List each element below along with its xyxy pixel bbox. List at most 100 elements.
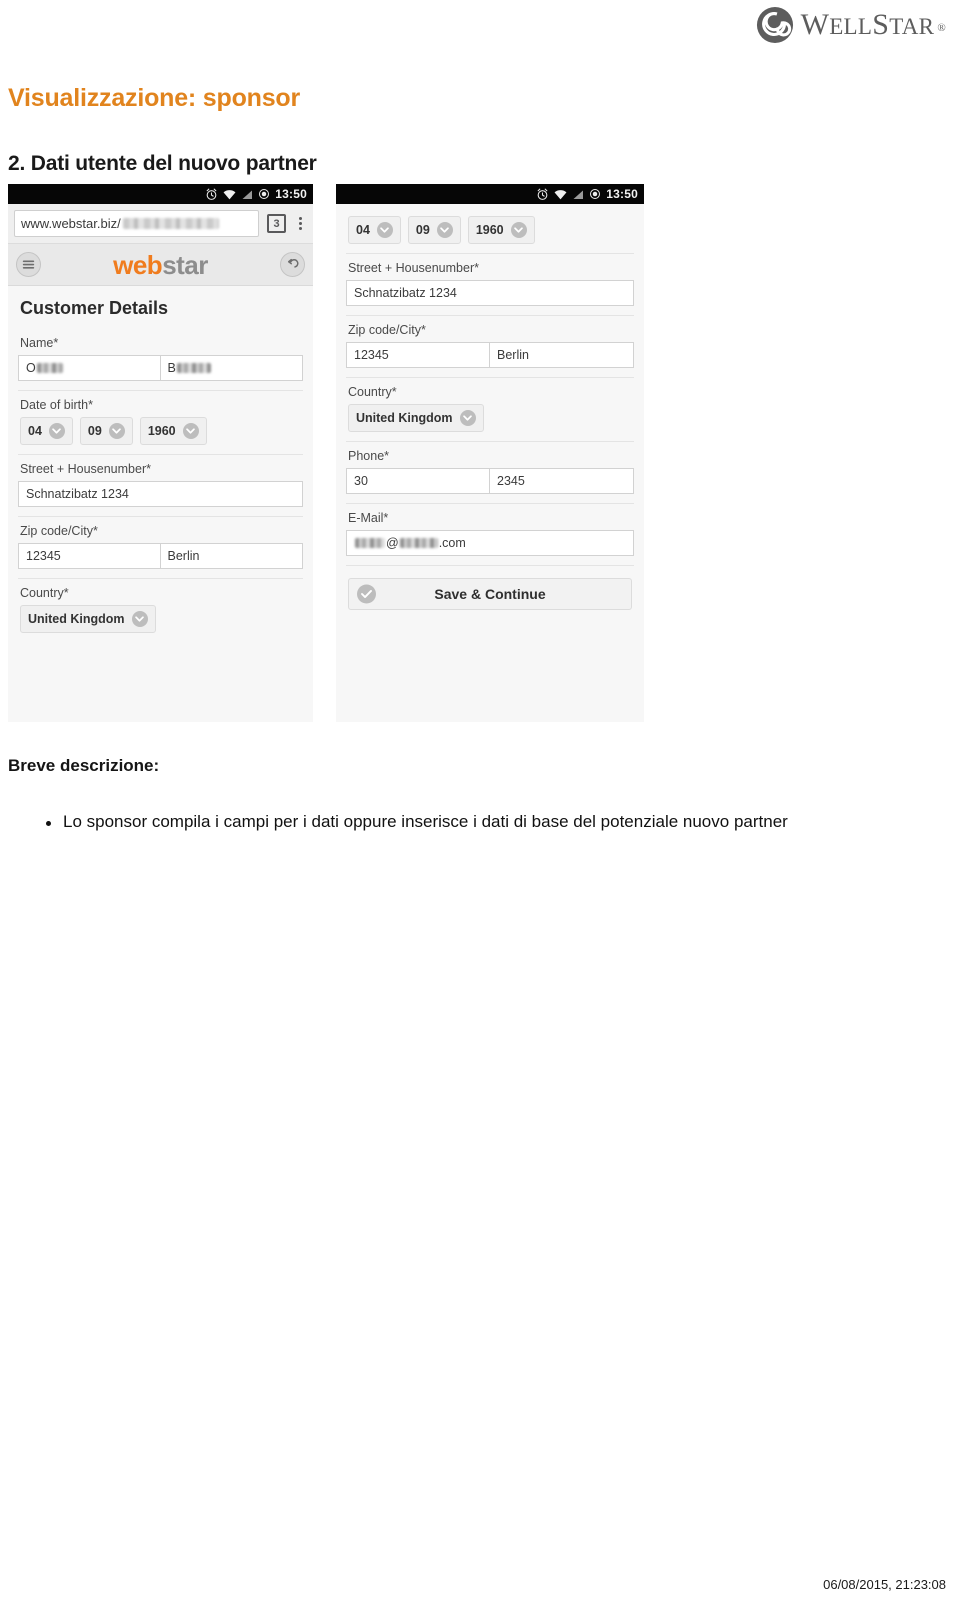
- status-bar-left: 13:50: [8, 184, 313, 204]
- first-name-input[interactable]: O: [18, 355, 161, 381]
- chevron-down-icon: [510, 222, 527, 238]
- bullet-text: Lo sponsor compila i campi per i dati op…: [63, 812, 788, 831]
- webstar-web: web: [113, 249, 163, 280]
- url-redacted-path: [122, 218, 219, 229]
- country-value: United Kingdom: [28, 612, 125, 626]
- field-group-zipcity: Zip code/City* 12345 Berlin: [346, 316, 634, 378]
- logo-tar: TAR: [889, 14, 935, 39]
- zipcity-label: Zip code/City*: [20, 524, 98, 538]
- email-suffix: .com: [438, 536, 466, 550]
- save-and-continue-button[interactable]: Save & Continue: [348, 578, 632, 610]
- logo-s: S: [872, 8, 890, 41]
- street-input[interactable]: Schnatzibatz 1234: [18, 481, 303, 507]
- dob-month-select[interactable]: 09: [79, 417, 133, 445]
- wellstar-spiral-icon: [756, 6, 793, 44]
- street-input[interactable]: Schnatzibatz 1234: [346, 280, 634, 306]
- city-input[interactable]: Berlin: [490, 342, 634, 368]
- name-label: Name*: [20, 336, 59, 350]
- field-group-phone: Phone* 30 2345: [346, 442, 634, 504]
- tab-count-button[interactable]: 3: [267, 214, 286, 233]
- description-heading: Breve descrizione:: [8, 756, 160, 775]
- chevron-down-icon: [436, 222, 453, 238]
- dob-month-select[interactable]: 09: [407, 216, 461, 244]
- zip-input[interactable]: 12345: [18, 543, 161, 569]
- site-header: webstar: [8, 244, 313, 286]
- country-select[interactable]: United Kingdom: [20, 605, 156, 633]
- phone-label: Phone*: [348, 449, 390, 463]
- dob-year-select[interactable]: 1960: [139, 417, 207, 445]
- field-group-country: Country* United Kingdom: [18, 579, 303, 642]
- alarm-icon: [206, 188, 217, 200]
- customer-form-right: 04 09 1960 Street + Housenumber* Schnatz…: [336, 204, 644, 610]
- url-text: www.webstar.biz/: [21, 216, 121, 231]
- phone-number-input[interactable]: 2345: [490, 468, 634, 494]
- webstar-wordmark: webstar: [113, 252, 208, 278]
- chevron-down-icon: [108, 423, 125, 439]
- url-bar[interactable]: www.webstar.biz/: [14, 210, 259, 237]
- email-label: E-Mail*: [348, 511, 389, 525]
- dob-year-value: 1960: [475, 223, 504, 237]
- screenshot-phone-right: 13:50 04 09 1960 Street + Housenumber* S…: [336, 184, 644, 722]
- wifi-icon: [554, 189, 567, 199]
- dob-day-select[interactable]: 04: [20, 417, 73, 445]
- battery-icon: [590, 189, 601, 199]
- dob-day-select[interactable]: 04: [348, 216, 401, 244]
- last-name-redacted: [176, 363, 211, 373]
- list-item: Lo sponsor compila i campi per i dati op…: [46, 810, 946, 835]
- section-title: 2. Dati utente del nuovo partner: [8, 152, 317, 175]
- field-group-name: Name* O B: [18, 329, 303, 391]
- wellstar-wordmark: WELLSTAR ®: [801, 10, 946, 40]
- country-select[interactable]: United Kingdom: [348, 404, 484, 432]
- zip-input[interactable]: 12345: [346, 342, 490, 368]
- country-label: Country*: [20, 586, 69, 600]
- email-input[interactable]: @ .com: [346, 530, 634, 556]
- first-name-redacted: [36, 363, 63, 373]
- chevron-down-icon: [376, 222, 393, 238]
- field-group-country: Country* United Kingdom: [346, 378, 634, 442]
- dob-label: Date of birth*: [20, 398, 93, 412]
- page-title: Visualizzazione: sponsor: [8, 84, 301, 112]
- zipcity-label: Zip code/City*: [348, 323, 426, 337]
- wellstar-logo: WELLSTAR ®: [756, 6, 946, 44]
- webstar-star: star: [162, 249, 208, 280]
- back-arrow-icon[interactable]: [280, 252, 305, 277]
- field-group-street: Street + Housenumber* Schnatzibatz 1234: [346, 254, 634, 316]
- status-bar-right: 13:50: [336, 184, 644, 204]
- dob-month-value: 09: [87, 424, 102, 438]
- field-group-email: E-Mail* @ .com: [346, 504, 634, 566]
- hamburger-icon[interactable]: [16, 252, 41, 277]
- email-at: @: [386, 536, 399, 550]
- street-label: Street + Housenumber*: [20, 462, 151, 476]
- dob-year-select[interactable]: 1960: [467, 216, 535, 244]
- customer-form-left: Customer Details Name* O B Date of birth…: [8, 286, 313, 642]
- registered-mark: ®: [937, 22, 946, 34]
- email-local-redacted: [355, 538, 385, 548]
- battery-icon: [259, 189, 270, 199]
- field-group-dob: Date of birth* 04 09 1960: [18, 391, 303, 455]
- signal-icon: [242, 190, 253, 199]
- save-button-label: Save & Continue: [434, 586, 546, 602]
- status-time: 13:50: [606, 187, 638, 201]
- chevron-down-icon: [459, 410, 476, 426]
- screenshot-phone-left: 13:50 www.webstar.biz/ 3 webstar Custome…: [8, 184, 313, 722]
- logo-ell: ELL: [829, 14, 873, 39]
- chevron-down-icon: [131, 611, 148, 627]
- chevron-down-icon: [182, 423, 199, 439]
- email-domain-redacted: [399, 538, 438, 548]
- field-group-street: Street + Housenumber* Schnatzibatz 1234: [18, 455, 303, 517]
- hamburger-glyph: [22, 260, 35, 269]
- last-name-value: B: [167, 361, 176, 375]
- city-input[interactable]: Berlin: [160, 543, 303, 569]
- back-arrow-glyph: [287, 258, 299, 268]
- dob-year-value: 1960: [147, 424, 176, 438]
- document-header: WELLSTAR ®: [0, 0, 960, 62]
- form-title: Customer Details: [20, 298, 169, 318]
- overflow-menu-icon[interactable]: [294, 217, 307, 230]
- phone-prefix-input[interactable]: 30: [346, 468, 490, 494]
- last-name-input[interactable]: B: [160, 355, 303, 381]
- dob-day-value: 04: [28, 424, 42, 438]
- footer-timestamp: 06/08/2015, 21:23:08: [823, 1577, 946, 1592]
- alarm-icon: [537, 188, 548, 200]
- chevron-down-icon: [48, 423, 65, 439]
- wifi-icon: [223, 189, 236, 199]
